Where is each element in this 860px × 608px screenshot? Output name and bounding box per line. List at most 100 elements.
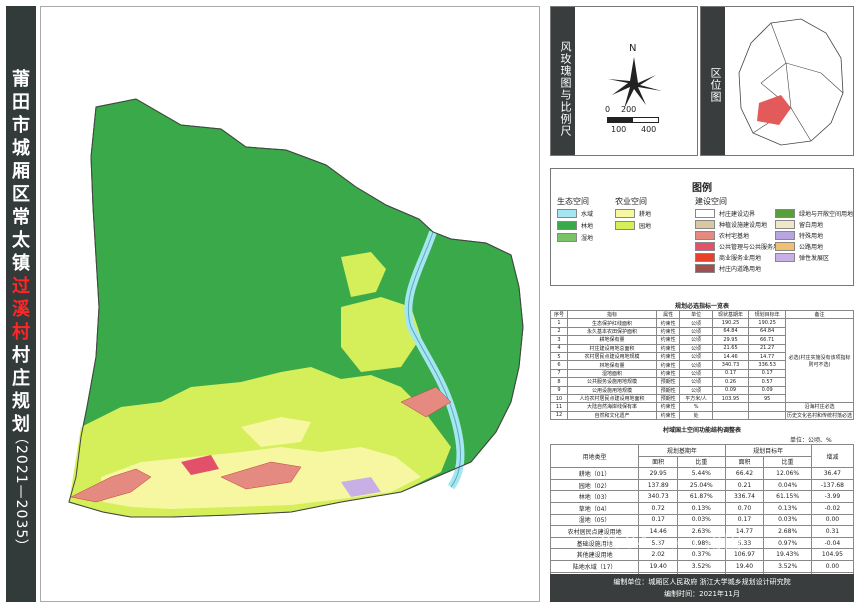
table-cell: 约束性: [655, 335, 681, 345]
legend-build-label: 农村宅基地: [719, 233, 750, 240]
legend-agri-swatch: [615, 209, 635, 218]
table-cell: 66.42: [724, 467, 765, 480]
table2: 用地类型 规划基期年 规划目标年 增减 面积 比重 面积 比重 耕地（01） 29…: [549, 443, 855, 596]
t2-h-type: 用地类型: [549, 443, 640, 469]
table-cell: 11: [550, 402, 568, 412]
legend-eco-swatch: [557, 221, 577, 230]
table-cell: 64.84: [748, 326, 786, 337]
table-note: 历史文化名村和传统村落必选: [784, 410, 855, 421]
table-cell: 预期性: [655, 377, 681, 387]
legend-agri-0: 耕地: [615, 209, 651, 218]
table-cell: 生态保护红线面积: [567, 318, 657, 328]
table-cell: 公顷: [679, 351, 713, 362]
table-cell: 25.04%: [677, 478, 726, 492]
table-cell: 66.71: [748, 335, 786, 345]
watermark: 0594.com 莆田: [600, 532, 743, 553]
table-cell: 6: [550, 360, 568, 370]
table-cell: 0.00: [810, 559, 855, 573]
table-cell: 95: [748, 393, 786, 404]
legend-build-0: 村庄建设边界: [695, 209, 755, 218]
table-cell: 1: [550, 318, 568, 328]
legend-build2-0: 绿地与开敞空间用地: [775, 209, 853, 218]
table-cell: 2.68%: [763, 525, 812, 538]
table-cell: 336.74: [724, 490, 765, 503]
legend-agri-swatch: [615, 221, 635, 230]
legend-build2-label: 绿地与开敞空间用地: [799, 211, 854, 218]
table-cell: 公顷: [679, 368, 713, 379]
table-cell: 湿地（05）: [549, 513, 640, 527]
table-cell: 0.70: [724, 501, 765, 515]
table-cell: 公顷: [679, 377, 713, 387]
north-label: N: [629, 43, 637, 54]
table-row: 草地（04） 0.72 0.13% 0.70 0.13% -0.02: [549, 501, 855, 515]
table-cell: [711, 402, 750, 412]
table-cell: 自然和文化遗产: [567, 410, 657, 421]
location-panel: 区位图: [700, 6, 854, 156]
table-cell: 2: [550, 326, 568, 337]
legend-agri-1: 园地: [615, 221, 651, 230]
t2-h-base: 规划基期年: [638, 444, 726, 457]
table-cell: 湿地面积: [567, 368, 657, 379]
location-label: 区位图: [709, 67, 722, 103]
legend-build2-swatch: [775, 209, 795, 218]
table-cell: 12: [550, 410, 568, 421]
legend-agri-label: 耕地: [639, 211, 652, 218]
table-cell: 21.27: [748, 343, 786, 353]
table-cell: [748, 402, 786, 412]
table-cell: 3: [550, 335, 568, 345]
plan-years: （2021—2035）: [6, 430, 36, 554]
table-cell: 耕地保有量: [567, 335, 657, 345]
table-cell: 5: [550, 351, 568, 362]
table-cell: 约束性: [655, 402, 681, 412]
table-cell: 预期性: [655, 385, 681, 395]
table-cell: 4: [550, 343, 568, 353]
table-cell: 61.15%: [763, 490, 812, 503]
t2-h-area2: 面积: [724, 455, 765, 469]
table-cell: 耕地（01）: [549, 467, 640, 480]
legend-build2-label: 弹性发展区: [799, 255, 830, 262]
table-cell: 约束性: [655, 368, 681, 379]
table-cell: 137.89: [638, 478, 679, 492]
plan-years-text: （2021—2035）: [13, 430, 29, 555]
table2-title: 村域国土空间功能结构调整表: [662, 427, 741, 434]
table1-title: 规划必选指标一览表: [674, 303, 729, 310]
table-cell: 约束性: [655, 318, 681, 328]
legend-build-swatch: [695, 242, 715, 251]
table-cell: 19.40: [638, 559, 679, 573]
table-row: 陆地水域（17） 19.40 3.52% 19.40 3.52% 0.00: [549, 559, 855, 573]
legend-agri-label: 园地: [639, 223, 652, 230]
legend-build-4: 商业服务业用地: [695, 253, 761, 262]
table-note: 沿海村庄必选: [784, 402, 855, 412]
title-line1: 莆田市城厢区常太镇: [12, 69, 30, 274]
table-cell: 约束性: [655, 326, 681, 337]
table-cell: 农村居民点建设用地规模: [567, 351, 657, 362]
legend-group-eco: 生态空间: [557, 197, 589, 206]
table-cell: 36.47: [810, 467, 855, 480]
table-cell: 190.25: [711, 318, 750, 328]
legend-build2-label: 特殊用地: [799, 233, 824, 240]
footer-unit: 编制单位：城厢区人民政府 浙江大学城乡规划设计研究院: [613, 578, 791, 586]
table1: 序号 指标 属性 单位 现状基期年 规划目标年 备注 1 生态保护红线面积 约束性 公顷 190.25…: [550, 309, 855, 421]
table-cell: 340.73: [711, 360, 750, 370]
land-use-map: [68, 98, 524, 518]
t1-header: 现状基期年: [711, 309, 750, 320]
table-cell: 永久基本农田保护面积: [567, 326, 657, 337]
t1-header: 单位: [679, 309, 713, 320]
table-cell: 0.03%: [677, 513, 726, 527]
table-row: 耕地（01） 29.95 5.44% 66.42 12.06% 36.47: [549, 467, 855, 480]
title-village: 过溪村: [12, 276, 30, 343]
table-row: 12 自然和文化遗产 约束性处 历史文化名村和传统村落必选: [550, 410, 855, 421]
plan-title: 莆田市城厢区常太镇 过溪村 村庄规划: [6, 68, 36, 436]
table-cell: 14.77: [748, 351, 786, 362]
table-cell: 公共服务设施用地规模: [567, 377, 657, 387]
legend-title: 图例: [692, 183, 712, 194]
wind-rose-label: 风玫瑰图与比例尺: [559, 41, 572, 137]
footer: 编制单位：城厢区人民政府 浙江大学城乡规划设计研究院 编制时间：2021年11月: [550, 574, 854, 602]
table-cell: 林地（03）: [549, 490, 640, 503]
table-cell: 103.95: [711, 393, 750, 404]
table-cell: 0.26: [711, 377, 750, 387]
legend-build2-4: 弹性发展区: [775, 253, 829, 262]
table-cell: 8: [550, 377, 568, 387]
legend-eco-label: 水域: [581, 211, 594, 218]
title-line3: 村庄规划: [12, 345, 30, 435]
